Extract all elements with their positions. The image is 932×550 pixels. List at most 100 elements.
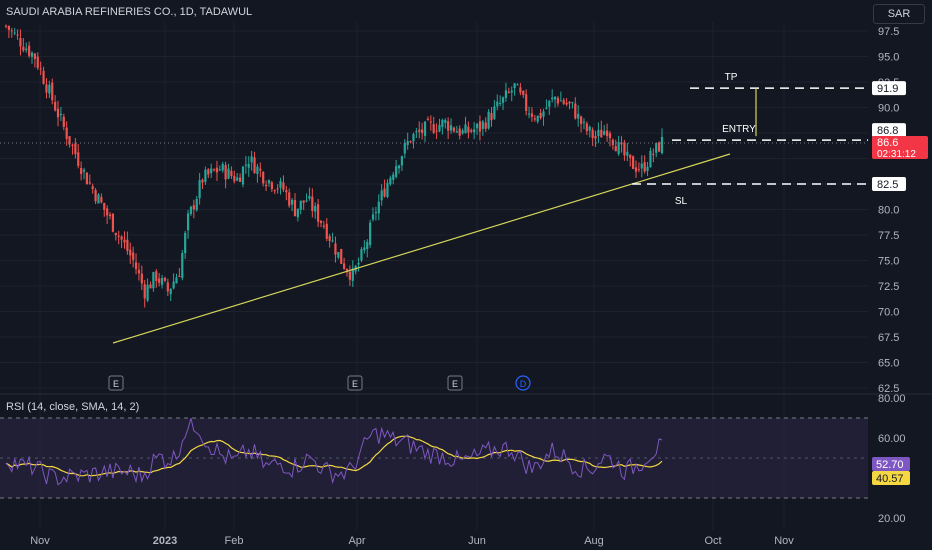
candle-body: [617, 141, 620, 154]
candle-body: [19, 38, 22, 47]
candle-body: [481, 121, 484, 129]
price-tick: 72.5: [878, 281, 899, 293]
time-tick: Feb: [225, 535, 244, 547]
candle-body: [649, 150, 652, 168]
candle-body: [571, 102, 574, 104]
candle-body: [33, 53, 36, 59]
candle-body: [409, 141, 412, 143]
candle-body: [184, 232, 187, 254]
candle-body: [574, 103, 577, 119]
candle-body: [198, 180, 201, 199]
candle-body: [366, 241, 369, 249]
candle-body: [545, 107, 548, 109]
candle-body: [267, 180, 271, 184]
candle-body: [250, 156, 253, 163]
candle-body: [325, 223, 328, 239]
candle-body: [496, 101, 499, 107]
candle-body: [22, 46, 25, 51]
candle-body: [59, 113, 63, 116]
candle-body: [565, 102, 568, 105]
candle-body: [501, 97, 505, 103]
candle-body: [314, 206, 317, 212]
candle-body: [56, 108, 60, 118]
candle-body: [149, 284, 152, 289]
chart-canvas[interactable]: TPENTRYSLE E E D 62.565.067.570.072.575.077…: [0, 0, 932, 550]
candle-body: [88, 182, 91, 184]
candle-body: [337, 252, 340, 258]
candle-body: [100, 197, 103, 203]
candle-body: [82, 169, 86, 172]
candle-body: [4, 25, 8, 27]
candle-body: [493, 106, 496, 119]
candle-body: [634, 167, 638, 172]
candle-body: [108, 214, 112, 217]
candle-body: [626, 151, 629, 156]
marker-label: D: [520, 379, 527, 389]
candle-body: [582, 121, 586, 123]
candle-body: [322, 225, 325, 227]
candle-body: [504, 90, 508, 98]
candle-body: [458, 128, 461, 136]
candle-body: [585, 123, 588, 132]
candle-body: [640, 163, 643, 169]
candle-body: [447, 121, 450, 131]
candle-body: [542, 111, 545, 117]
candle-body: [658, 142, 661, 152]
sl-price-tag: 82.5: [872, 177, 906, 191]
price-tick: 70.0: [878, 307, 899, 319]
candle-body: [305, 200, 308, 202]
candle-body: [317, 204, 320, 222]
candle-body: [438, 124, 441, 132]
candle-body: [270, 182, 273, 190]
candle-body: [403, 142, 406, 154]
candle-body: [637, 169, 640, 171]
candle-body: [473, 129, 476, 133]
entry-price-tag: 86.8: [872, 123, 906, 138]
candle-body: [175, 277, 178, 284]
currency-button[interactable]: SAR: [873, 4, 925, 24]
candle-body: [103, 202, 106, 210]
candle-body: [435, 130, 438, 132]
candle-body: [588, 126, 591, 131]
candle-body: [126, 239, 129, 251]
candle-body: [559, 100, 562, 102]
candle-body: [42, 70, 45, 84]
time-tick: Nov: [30, 535, 50, 547]
candle-body: [276, 188, 279, 190]
candle-body: [282, 182, 285, 190]
candle-body: [36, 56, 39, 68]
level-label-tp: TP: [725, 72, 738, 83]
candle-body: [467, 126, 470, 133]
candle-body: [562, 100, 565, 104]
candle-body: [155, 271, 158, 281]
candle-body: [548, 100, 551, 107]
price-tick: 67.5: [878, 332, 899, 344]
candle-body: [614, 146, 617, 152]
candle-body: [262, 172, 265, 184]
tag-label: 86.8: [877, 125, 898, 137]
candle-body: [412, 134, 415, 142]
candle-body: [256, 166, 259, 174]
candle-body: [244, 164, 247, 166]
candle-body: [319, 220, 323, 224]
rsi-tick: 80.00: [878, 393, 906, 405]
candle-body: [423, 121, 427, 137]
candle-body: [137, 269, 141, 274]
candle-body: [114, 232, 117, 236]
candle-body: [10, 30, 13, 32]
candle-body: [415, 131, 418, 133]
tp-price-tag: 91.9: [872, 81, 906, 96]
candle-body: [308, 195, 311, 199]
candle-body: [660, 136, 664, 154]
candle-body: [527, 113, 531, 115]
time-tick: Oct: [704, 535, 721, 547]
candle-body: [201, 179, 204, 183]
candle-body: [623, 142, 626, 156]
current-price-label: 86.6: [877, 137, 898, 149]
candle-body: [334, 243, 337, 255]
candle-body: [363, 247, 366, 251]
candle-body: [519, 87, 522, 93]
candle-body: [539, 112, 542, 119]
candle-body: [553, 96, 557, 100]
candle-body: [475, 123, 479, 129]
